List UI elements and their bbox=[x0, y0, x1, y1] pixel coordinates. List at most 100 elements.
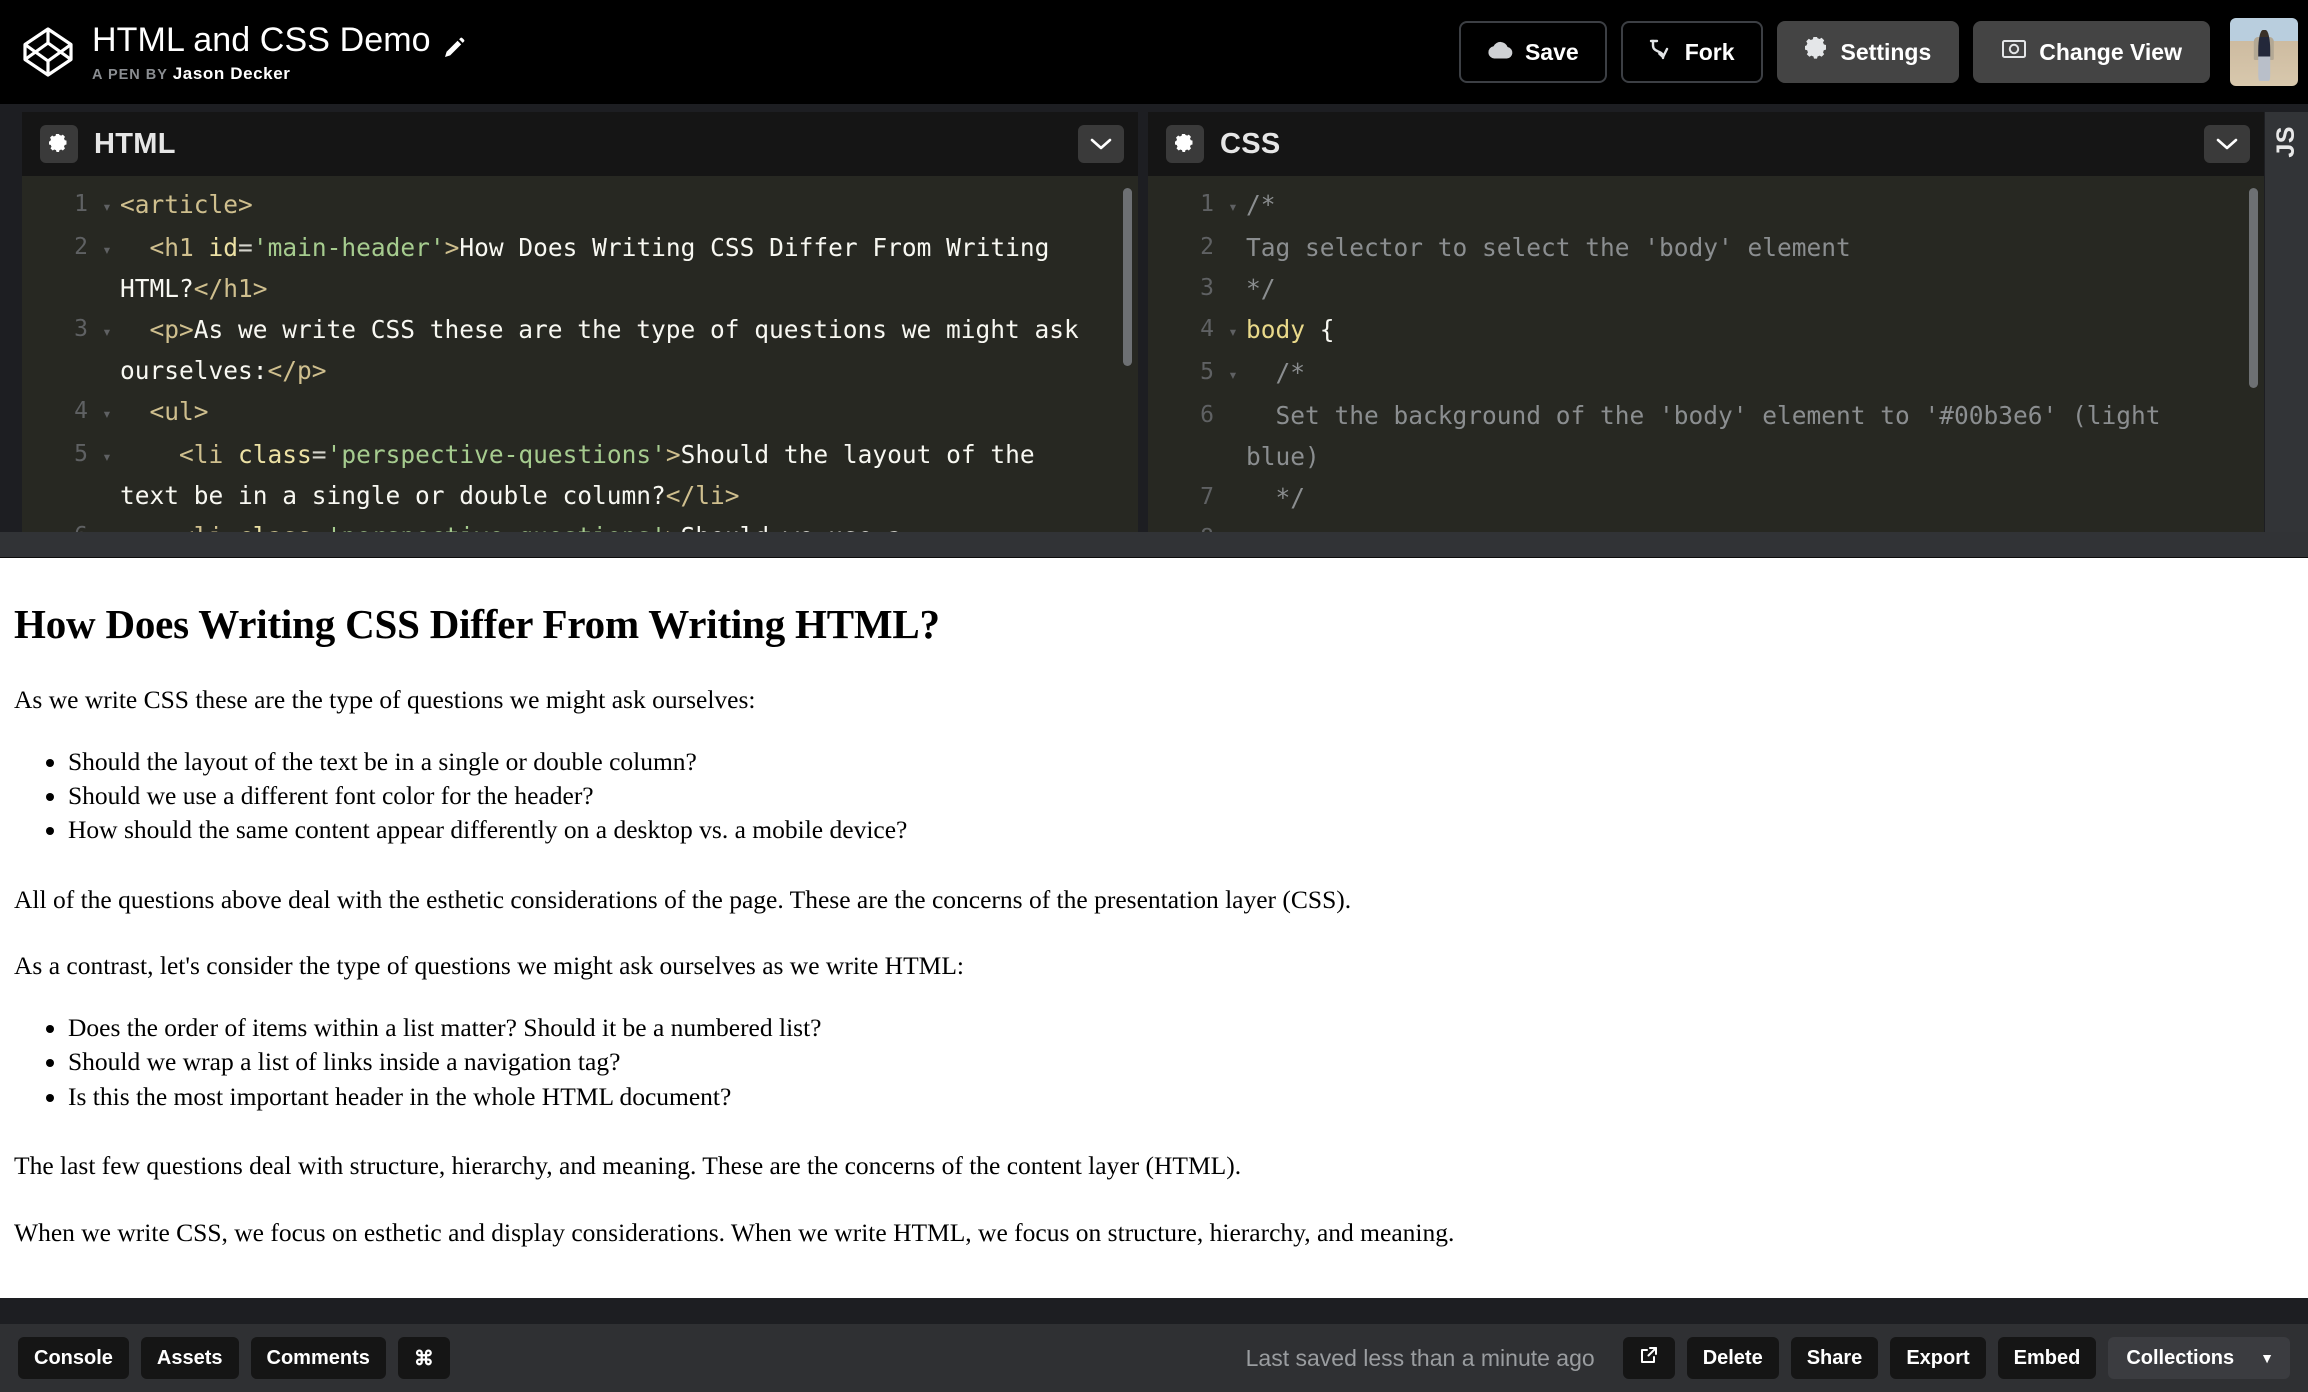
fold-arrow-icon[interactable]: ▾ bbox=[94, 227, 120, 270]
assets-button[interactable]: Assets bbox=[140, 1337, 239, 1379]
title-block: HTML and CSS Demo A PEN BY Jason Decker bbox=[92, 21, 465, 84]
code-text: <li class='perspective-questions'>Should… bbox=[120, 516, 1138, 532]
keyboard-shortcuts-button[interactable]: ⌘ bbox=[397, 1337, 450, 1379]
code-line: 3 ▾ <p>As we write CSS these are the type… bbox=[22, 309, 1138, 391]
fold-arrow-icon[interactable] bbox=[1220, 227, 1246, 229]
save-button-label: Save bbox=[1524, 38, 1579, 65]
cloud-icon bbox=[1487, 39, 1513, 66]
save-button[interactable]: Save bbox=[1458, 21, 1607, 83]
saved-status: Last saved less than a minute ago bbox=[1245, 1344, 1595, 1371]
html-code-area[interactable]: 1 ▾ <article> 2 ▾ <h1 id='main-header'>How … bbox=[22, 176, 1138, 532]
brand: HTML and CSS Demo A PEN BY Jason Decker bbox=[22, 21, 465, 84]
fold-arrow-icon[interactable]: ▾ bbox=[94, 516, 120, 532]
share-button[interactable]: Share bbox=[1790, 1337, 1879, 1379]
html-editor-label: HTML bbox=[94, 127, 176, 160]
left-rail bbox=[0, 112, 22, 532]
footer-bar: Console Assets Comments ⌘ Last saved les… bbox=[0, 1324, 2308, 1392]
pencil-icon[interactable] bbox=[443, 29, 465, 57]
code-text: Tag selector to select the 'body' elemen… bbox=[1246, 233, 1851, 262]
fold-arrow-icon[interactable]: ▾ bbox=[1220, 184, 1246, 227]
code-text: <ul> bbox=[149, 397, 209, 426]
code-text: /* bbox=[1246, 358, 1306, 387]
comments-button[interactable]: Comments bbox=[250, 1337, 386, 1379]
settings-button[interactable]: Settings bbox=[1776, 21, 1960, 83]
code-line: 5 ▾ <li class='perspective-questions'>Sho… bbox=[22, 434, 1138, 516]
css-code-area[interactable]: 1 ▾/* 2 Tag selector to select the 'body' … bbox=[1148, 176, 2264, 532]
line-number: 4 bbox=[1200, 316, 1214, 342]
preview-conclusion: When we write CSS, we focus on esthetic … bbox=[14, 1217, 1455, 1247]
settings-button-label: Settings bbox=[1840, 38, 1932, 65]
css-editor-scrollbar[interactable] bbox=[2249, 188, 2258, 388]
editors-row: HTML 1 ▾ <article> 2 ▾ <h1 id='main-header'… bbox=[0, 104, 2308, 532]
open-external-button[interactable] bbox=[1622, 1337, 1675, 1379]
collections-dropdown[interactable]: Collections ▼ bbox=[2108, 1337, 2290, 1379]
code-text: /* bbox=[1246, 190, 1276, 219]
js-editor-tab-label: JS bbox=[2272, 126, 2300, 158]
code-text: <h1 id='main-header'>How Does Writing CS… bbox=[120, 233, 1065, 303]
fold-arrow-icon[interactable] bbox=[1220, 518, 1246, 520]
top-bar: HTML and CSS Demo A PEN BY Jason Decker bbox=[0, 0, 2308, 104]
editor-divider[interactable] bbox=[1138, 112, 1148, 532]
preview-contrast: As a contrast, let's consider the type o… bbox=[14, 951, 965, 981]
line-number: 7 bbox=[1200, 484, 1214, 510]
author-link[interactable]: Jason Decker bbox=[173, 64, 291, 83]
code-text: */ bbox=[1246, 483, 1306, 512]
fold-arrow-icon[interactable]: ▾ bbox=[1220, 352, 1246, 395]
fork-button-label: Fork bbox=[1684, 38, 1735, 65]
fold-arrow-icon[interactable]: ▾ bbox=[94, 309, 120, 352]
line-number: 3 bbox=[1200, 275, 1214, 301]
fork-button[interactable]: Fork bbox=[1620, 21, 1763, 83]
line-number: 1 bbox=[1200, 191, 1214, 217]
line-number: 5 bbox=[1200, 359, 1214, 385]
gear-icon[interactable] bbox=[1166, 125, 1204, 163]
preview-html-summary: The last few questions deal with structu… bbox=[14, 1151, 1242, 1181]
code-text: Set the background of the 'body' element… bbox=[1246, 401, 2176, 471]
gear-icon[interactable] bbox=[40, 125, 78, 163]
list-item: Should the layout of the text be in a si… bbox=[68, 745, 2294, 779]
list-item: Is this the most important header in the… bbox=[68, 1080, 2294, 1114]
code-line: 6▾ <li class='perspective-questions'>Sho… bbox=[22, 516, 1138, 532]
preview-pane: How Does Writing CSS Differ From Writing… bbox=[0, 558, 2308, 1298]
list-item: Should we use a different font color for… bbox=[68, 779, 2294, 813]
code-text: <article> bbox=[120, 190, 253, 219]
preview-resize-handle[interactable] bbox=[0, 532, 2308, 558]
list-item: Should we wrap a list of links inside a … bbox=[68, 1045, 2294, 1079]
html-editor-scrollbar[interactable] bbox=[1123, 188, 1132, 366]
code-line: 4 ▾ body { bbox=[1148, 309, 2264, 352]
preview-css-summary: All of the questions above deal with the… bbox=[14, 884, 1352, 914]
css-editor-label: CSS bbox=[1220, 127, 1281, 160]
html-editor-header: HTML bbox=[22, 112, 1138, 176]
change-view-button[interactable]: Change View bbox=[1973, 21, 2210, 83]
html-editor-panel: HTML 1 ▾ <article> 2 ▾ <h1 id='main-header'… bbox=[22, 112, 1138, 532]
fold-arrow-icon[interactable] bbox=[1220, 268, 1246, 270]
embed-button[interactable]: Embed bbox=[1997, 1337, 2097, 1379]
chevron-down-icon[interactable] bbox=[2204, 125, 2250, 163]
console-button[interactable]: Console bbox=[18, 1337, 129, 1379]
fold-arrow-icon[interactable]: ▾ bbox=[94, 391, 120, 434]
top-actions: Save Fork Settings Change View bbox=[1458, 0, 2308, 104]
fold-arrow-icon[interactable]: ▾ bbox=[94, 184, 120, 227]
code-line: 7 */ bbox=[1148, 477, 2264, 518]
fold-arrow-icon[interactable] bbox=[1220, 395, 1246, 397]
avatar[interactable] bbox=[2230, 18, 2298, 86]
code-text: body { bbox=[1246, 315, 1335, 344]
export-button[interactable]: Export bbox=[1890, 1337, 1986, 1379]
gear-icon bbox=[1804, 37, 1829, 67]
js-editor-tab[interactable]: JS bbox=[2264, 112, 2308, 532]
code-line: 3 */ bbox=[1148, 268, 2264, 309]
change-view-button-label: Change View bbox=[2039, 38, 2182, 65]
code-text: <li class='perspective-questions'>Should… bbox=[120, 440, 1050, 510]
code-line: 1 ▾ <article> bbox=[22, 184, 1138, 227]
fork-icon bbox=[1649, 38, 1673, 66]
pen-title-text: HTML and CSS Demo bbox=[92, 20, 431, 59]
preview-html-questions: Does the order of items within a list ma… bbox=[14, 1011, 2294, 1114]
fold-arrow-icon[interactable]: ▾ bbox=[1220, 309, 1246, 352]
chevron-down-icon[interactable] bbox=[1078, 125, 1124, 163]
code-line: 4 ▾ <ul> bbox=[22, 391, 1138, 434]
codepen-logo-icon[interactable] bbox=[22, 26, 74, 78]
code-line: 2 ▾ <h1 id='main-header'>How Does Writing… bbox=[22, 227, 1138, 309]
delete-button[interactable]: Delete bbox=[1686, 1337, 1779, 1379]
change-view-icon bbox=[2001, 38, 2027, 66]
fold-arrow-icon[interactable]: ▾ bbox=[94, 434, 120, 477]
fold-arrow-icon[interactable] bbox=[1220, 477, 1246, 479]
